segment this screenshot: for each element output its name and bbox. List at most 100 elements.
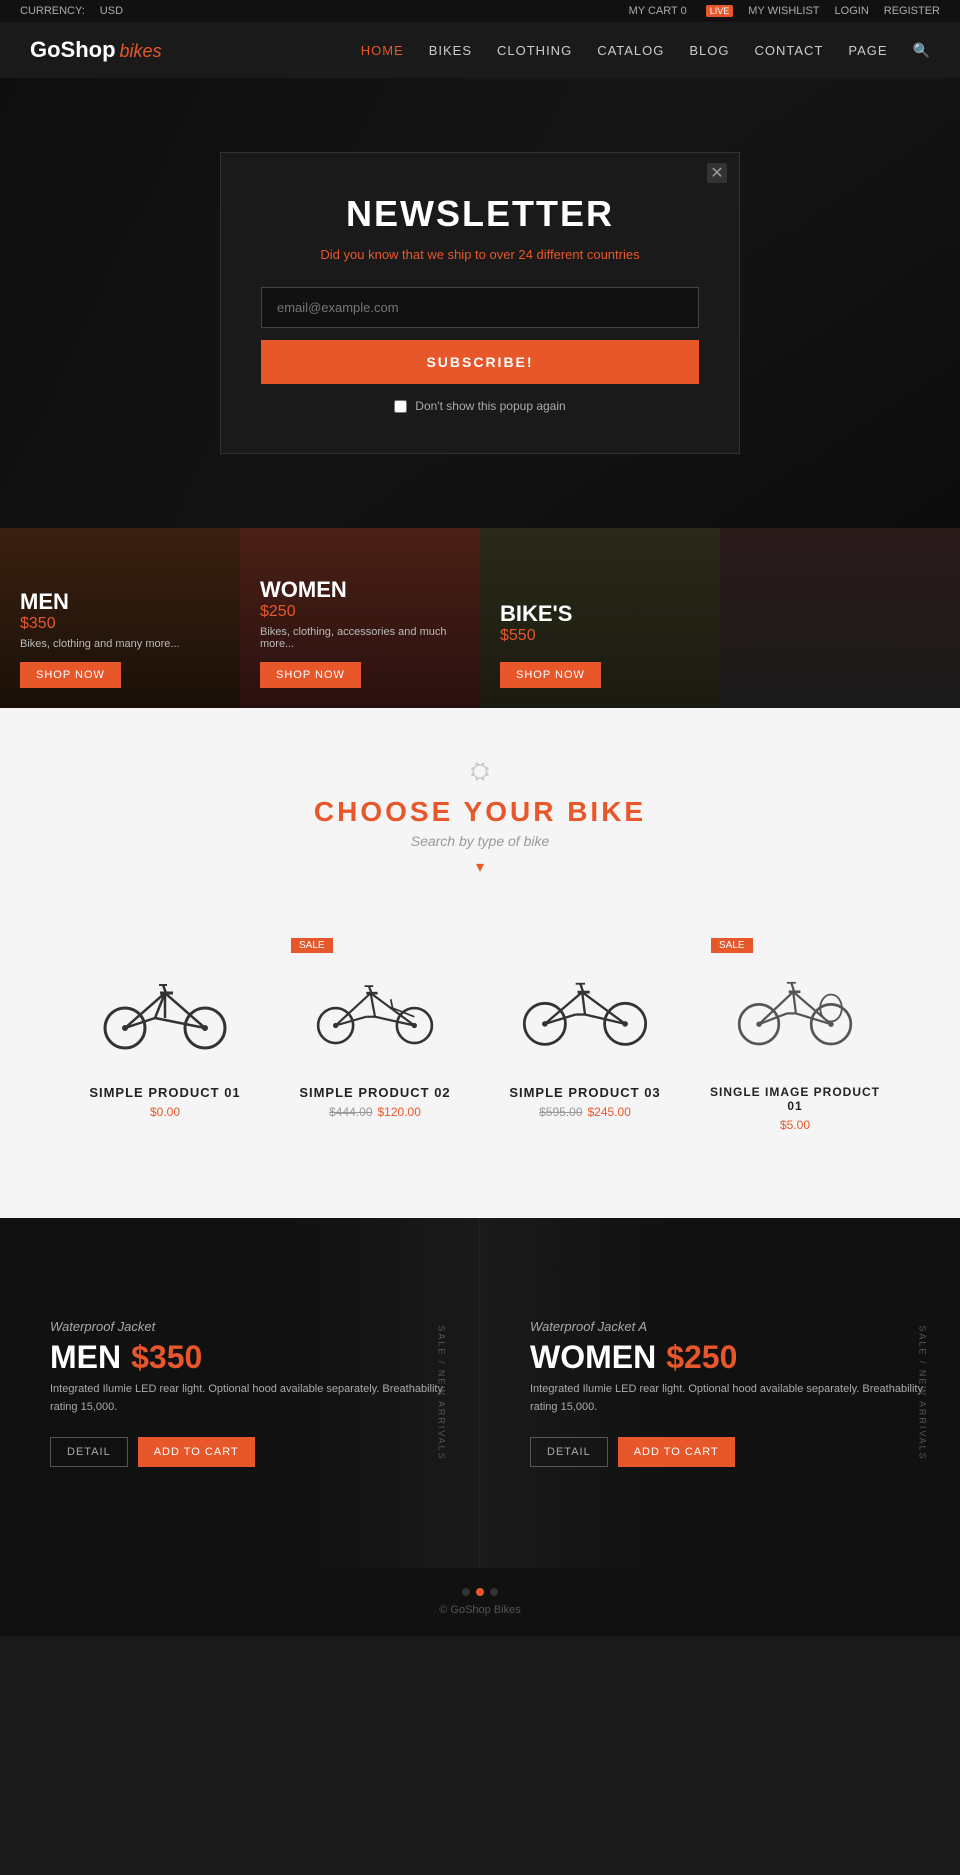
nav-page[interactable]: PAGE bbox=[848, 43, 887, 58]
title-regular: CHOOSE YOUR bbox=[314, 796, 557, 827]
men-add-to-cart-button[interactable]: ADD TO CART bbox=[138, 1437, 255, 1467]
category-panels: MEN $350 Bikes, clothing and many more..… bbox=[0, 528, 960, 708]
footer-dot-1 bbox=[462, 1588, 470, 1596]
category-bikes: BIKE'S $550 SHOP NOW bbox=[480, 528, 720, 708]
men-label: MEN bbox=[20, 589, 220, 615]
women-jacket-desc: Integrated Ilumie LED rear light. Option… bbox=[530, 1381, 930, 1416]
product-name-3: SIMPLE PRODUCT 03 bbox=[496, 1085, 674, 1100]
bikes-label: BIKE'S bbox=[500, 601, 700, 627]
women-jacket-price: $250 bbox=[666, 1339, 737, 1376]
logo-sub: bikes bbox=[120, 41, 162, 62]
category-women: WOMEN $250 Bikes, clothing, accessories … bbox=[240, 528, 480, 708]
footer-dot-2 bbox=[476, 1588, 484, 1596]
product-image-4 bbox=[706, 943, 884, 1073]
product-name-4: SINGLE IMAGE PRODUCT 01 bbox=[706, 1085, 884, 1113]
product-card-3: SIMPLE PRODUCT 03 $595.00$245.00 bbox=[480, 927, 690, 1148]
my-wishlist-link[interactable]: MY WISHLIST bbox=[748, 5, 819, 17]
men-price: $350 bbox=[20, 615, 220, 633]
dont-show-checkbox-row: Don't show this popup again bbox=[261, 399, 699, 413]
women-desc: Bikes, clothing, accessories and much mo… bbox=[260, 626, 460, 650]
footer-dots bbox=[20, 1588, 940, 1596]
product-price-2: $444.00$120.00 bbox=[286, 1105, 464, 1119]
women-price: $250 bbox=[260, 603, 460, 621]
dont-show-checkbox[interactable] bbox=[394, 400, 407, 413]
currency-label: CURRENCY: bbox=[20, 5, 85, 17]
men-jacket-tag: Waterproof Jacket bbox=[50, 1319, 449, 1334]
men-shop-now-button[interactable]: SHOP NOW bbox=[20, 662, 121, 688]
products-grid: SIMPLE PRODUCT 01 $0.00 SALE bbox=[30, 907, 930, 1168]
product-image-1 bbox=[76, 943, 254, 1073]
category-men: MEN $350 Bikes, clothing and many more..… bbox=[0, 528, 240, 708]
subscribe-button[interactable]: SUBSCRIBE! bbox=[261, 340, 699, 384]
dont-show-label: Don't show this popup again bbox=[415, 399, 565, 413]
men-jacket-title: MEN $350 bbox=[50, 1339, 449, 1376]
women-jacket-tag: Waterproof Jacket A bbox=[530, 1319, 930, 1334]
product-card-4: SALE SIN bbox=[690, 927, 900, 1148]
sale-badge-4: SALE bbox=[711, 938, 753, 953]
modal-highlight: 24 different countries bbox=[518, 247, 639, 262]
men-vertical-label: Sale / New arrivals bbox=[436, 1325, 446, 1460]
men-jacket-price: $350 bbox=[131, 1339, 202, 1376]
featured-men-panel: Waterproof Jacket MEN $350 Integrated Il… bbox=[0, 1218, 480, 1568]
close-icon[interactable]: ✕ bbox=[707, 163, 727, 183]
footer-copyright: © GoShop Bikes bbox=[439, 1604, 520, 1616]
product-image-2 bbox=[286, 943, 464, 1073]
choose-bike-section: ⛭ CHOOSE YOUR BIKE Search by type of bik… bbox=[0, 708, 960, 1218]
featured-women-panel: Waterproof Jacket A WOMEN $250 Integrate… bbox=[480, 1218, 960, 1568]
top-bar-left: CURRENCY: USD bbox=[20, 5, 123, 17]
header: GoShop bikes HOME BIKES CLOTHING CATALOG… bbox=[0, 22, 960, 78]
men-detail-button[interactable]: DETAIL bbox=[50, 1437, 128, 1467]
product-price-4: $5.00 bbox=[706, 1118, 884, 1132]
newsletter-modal: ✕ NEWSLETTER Did you know that we ship t… bbox=[220, 152, 740, 454]
product-name-2: SIMPLE PRODUCT 02 bbox=[286, 1085, 464, 1100]
section-subtitle: Search by type of bike bbox=[30, 833, 930, 849]
nav-blog[interactable]: BLOG bbox=[689, 43, 729, 58]
product-card-1: SIMPLE PRODUCT 01 $0.00 bbox=[60, 927, 270, 1148]
women-jacket-actions: DETAIL ADD TO CART bbox=[530, 1437, 930, 1467]
men-jacket-desc: Integrated Ilumie LED rear light. Option… bbox=[50, 1381, 449, 1416]
nav-bikes[interactable]: BIKES bbox=[429, 43, 472, 58]
bike-icon: ⛭ bbox=[30, 758, 930, 786]
modal-overlay: ✕ NEWSLETTER Did you know that we ship t… bbox=[0, 78, 960, 528]
nav-contact[interactable]: CONTACT bbox=[755, 43, 824, 58]
logo[interactable]: GoShop bikes bbox=[30, 37, 162, 63]
nav-home[interactable]: HOME bbox=[361, 43, 404, 58]
down-arrow-icon: ▾ bbox=[30, 857, 930, 877]
main-nav: HOME BIKES CLOTHING CATALOG BLOG CONTACT… bbox=[361, 42, 930, 59]
bikes-price: $550 bbox=[500, 627, 700, 645]
live-badge: LIVE bbox=[706, 5, 734, 17]
sale-badge-2: SALE bbox=[291, 938, 333, 953]
women-vertical-label: Sale / New arrivals bbox=[917, 1325, 927, 1460]
modal-title: NEWSLETTER bbox=[261, 193, 699, 235]
register-link[interactable]: REGISTER bbox=[884, 5, 940, 17]
modal-subtitle: Did you know that we ship to over 24 dif… bbox=[261, 247, 699, 262]
section-title: CHOOSE YOUR BIKE bbox=[30, 796, 930, 828]
women-detail-button[interactable]: DETAIL bbox=[530, 1437, 608, 1467]
nav-clothing[interactable]: CLOTHING bbox=[497, 43, 572, 58]
footer: © GoShop Bikes bbox=[0, 1568, 960, 1636]
nav-catalog[interactable]: CATALOG bbox=[597, 43, 664, 58]
featured-section: Waterproof Jacket MEN $350 Integrated Il… bbox=[0, 1218, 960, 1568]
men-desc: Bikes, clothing and many more... bbox=[20, 638, 220, 650]
women-shop-now-button[interactable]: SHOP NOW bbox=[260, 662, 361, 688]
footer-dot-3 bbox=[490, 1588, 498, 1596]
hero-section: ✕ NEWSLETTER Did you know that we ship t… bbox=[0, 78, 960, 528]
currency-value: USD bbox=[100, 5, 123, 17]
product-card-2: SALE bbox=[270, 927, 480, 1148]
category-extra bbox=[720, 528, 960, 708]
product-price-1: $0.00 bbox=[76, 1105, 254, 1119]
product-image-3 bbox=[496, 943, 674, 1073]
my-cart-link[interactable]: MY CART 0 bbox=[629, 5, 687, 17]
women-jacket-title: WOMEN $250 bbox=[530, 1339, 930, 1376]
title-highlight: BIKE bbox=[567, 796, 646, 827]
women-label: WOMEN bbox=[260, 577, 460, 603]
logo-main: GoShop bbox=[30, 37, 116, 63]
search-icon[interactable]: 🔍 bbox=[913, 42, 930, 59]
top-bar-right: MY CART 0 LIVE MY WISHLIST LOGIN REGISTE… bbox=[629, 5, 940, 17]
bikes-shop-now-button[interactable]: SHOP NOW bbox=[500, 662, 601, 688]
email-input[interactable] bbox=[261, 287, 699, 328]
login-link[interactable]: LOGIN bbox=[835, 5, 869, 17]
top-bar: CURRENCY: USD MY CART 0 LIVE MY WISHLIST… bbox=[0, 0, 960, 22]
product-price-3: $595.00$245.00 bbox=[496, 1105, 674, 1119]
women-add-to-cart-button[interactable]: ADD TO CART bbox=[618, 1437, 735, 1467]
